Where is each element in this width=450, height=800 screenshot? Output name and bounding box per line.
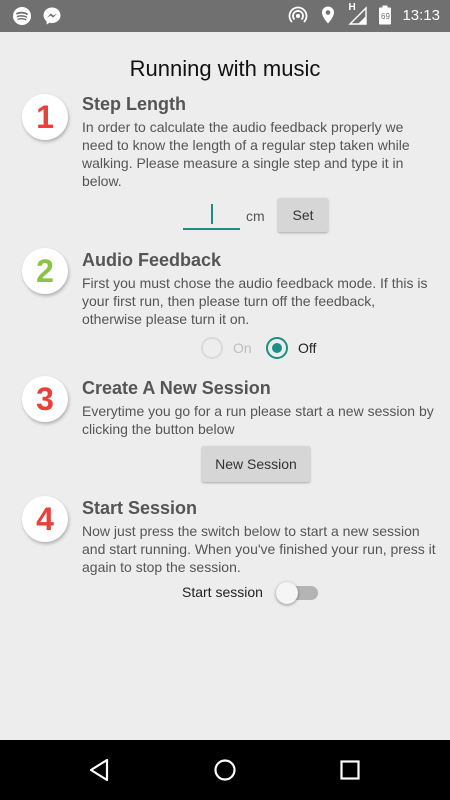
new-session-button[interactable]: New Session	[202, 446, 310, 482]
battery-icon: 69	[378, 5, 392, 25]
status-bar-right: H 69 13:13	[288, 2, 440, 25]
radio-on-label: On	[233, 340, 252, 356]
radio-selected-dot	[272, 343, 282, 353]
signal-type-label: H	[348, 2, 356, 13]
step-length-input-row: cm Set	[0, 198, 450, 234]
back-icon[interactable]	[85, 755, 115, 785]
radio-off-label: Off	[298, 340, 317, 356]
step-title: Create A New Session	[82, 378, 271, 398]
recents-icon[interactable]	[335, 755, 365, 785]
page-title: Running with music	[129, 56, 321, 81]
step-title: Start Session	[82, 498, 198, 518]
radio-on[interactable]	[201, 337, 223, 359]
step-number-badge: 4	[22, 496, 68, 542]
unit-label: cm	[246, 208, 265, 224]
step-number-badge: 1	[22, 94, 68, 140]
step-description: In order to calculate the audio feedback…	[82, 119, 410, 189]
step-title: Audio Feedback	[82, 250, 222, 270]
status-time: 13:13	[402, 6, 440, 24]
step-number-badge: 2	[22, 248, 68, 294]
switch-thumb[interactable]	[276, 582, 298, 604]
location-icon	[318, 5, 338, 25]
radio-off[interactable]	[266, 337, 288, 359]
messenger-icon	[42, 6, 62, 26]
step-description: Now just press the switch below to start…	[82, 523, 436, 575]
step-description: First you must chose the audio feedback …	[82, 275, 428, 327]
hotspot-icon	[288, 5, 308, 25]
start-session-switch-row: Start session	[0, 580, 450, 606]
signal-icon: H	[348, 2, 368, 25]
text-cursor	[211, 204, 213, 224]
step-number-badge: 3	[22, 376, 68, 422]
status-bar: H 69 13:13	[0, 0, 450, 32]
audio-feedback-options: On Off	[0, 334, 450, 362]
start-session-label: Start session	[182, 584, 263, 600]
navigation-bar	[0, 740, 450, 800]
battery-level: 69	[381, 12, 390, 21]
set-button[interactable]: Set	[278, 198, 328, 232]
main-content: Running with music 1 Step Length In orde…	[0, 32, 450, 740]
step-description: Everytime you go for a run please start …	[82, 403, 434, 437]
status-bar-left	[12, 6, 62, 26]
spotify-icon	[12, 6, 32, 26]
step-title: Step Length	[82, 94, 186, 114]
home-icon[interactable]	[210, 755, 240, 785]
